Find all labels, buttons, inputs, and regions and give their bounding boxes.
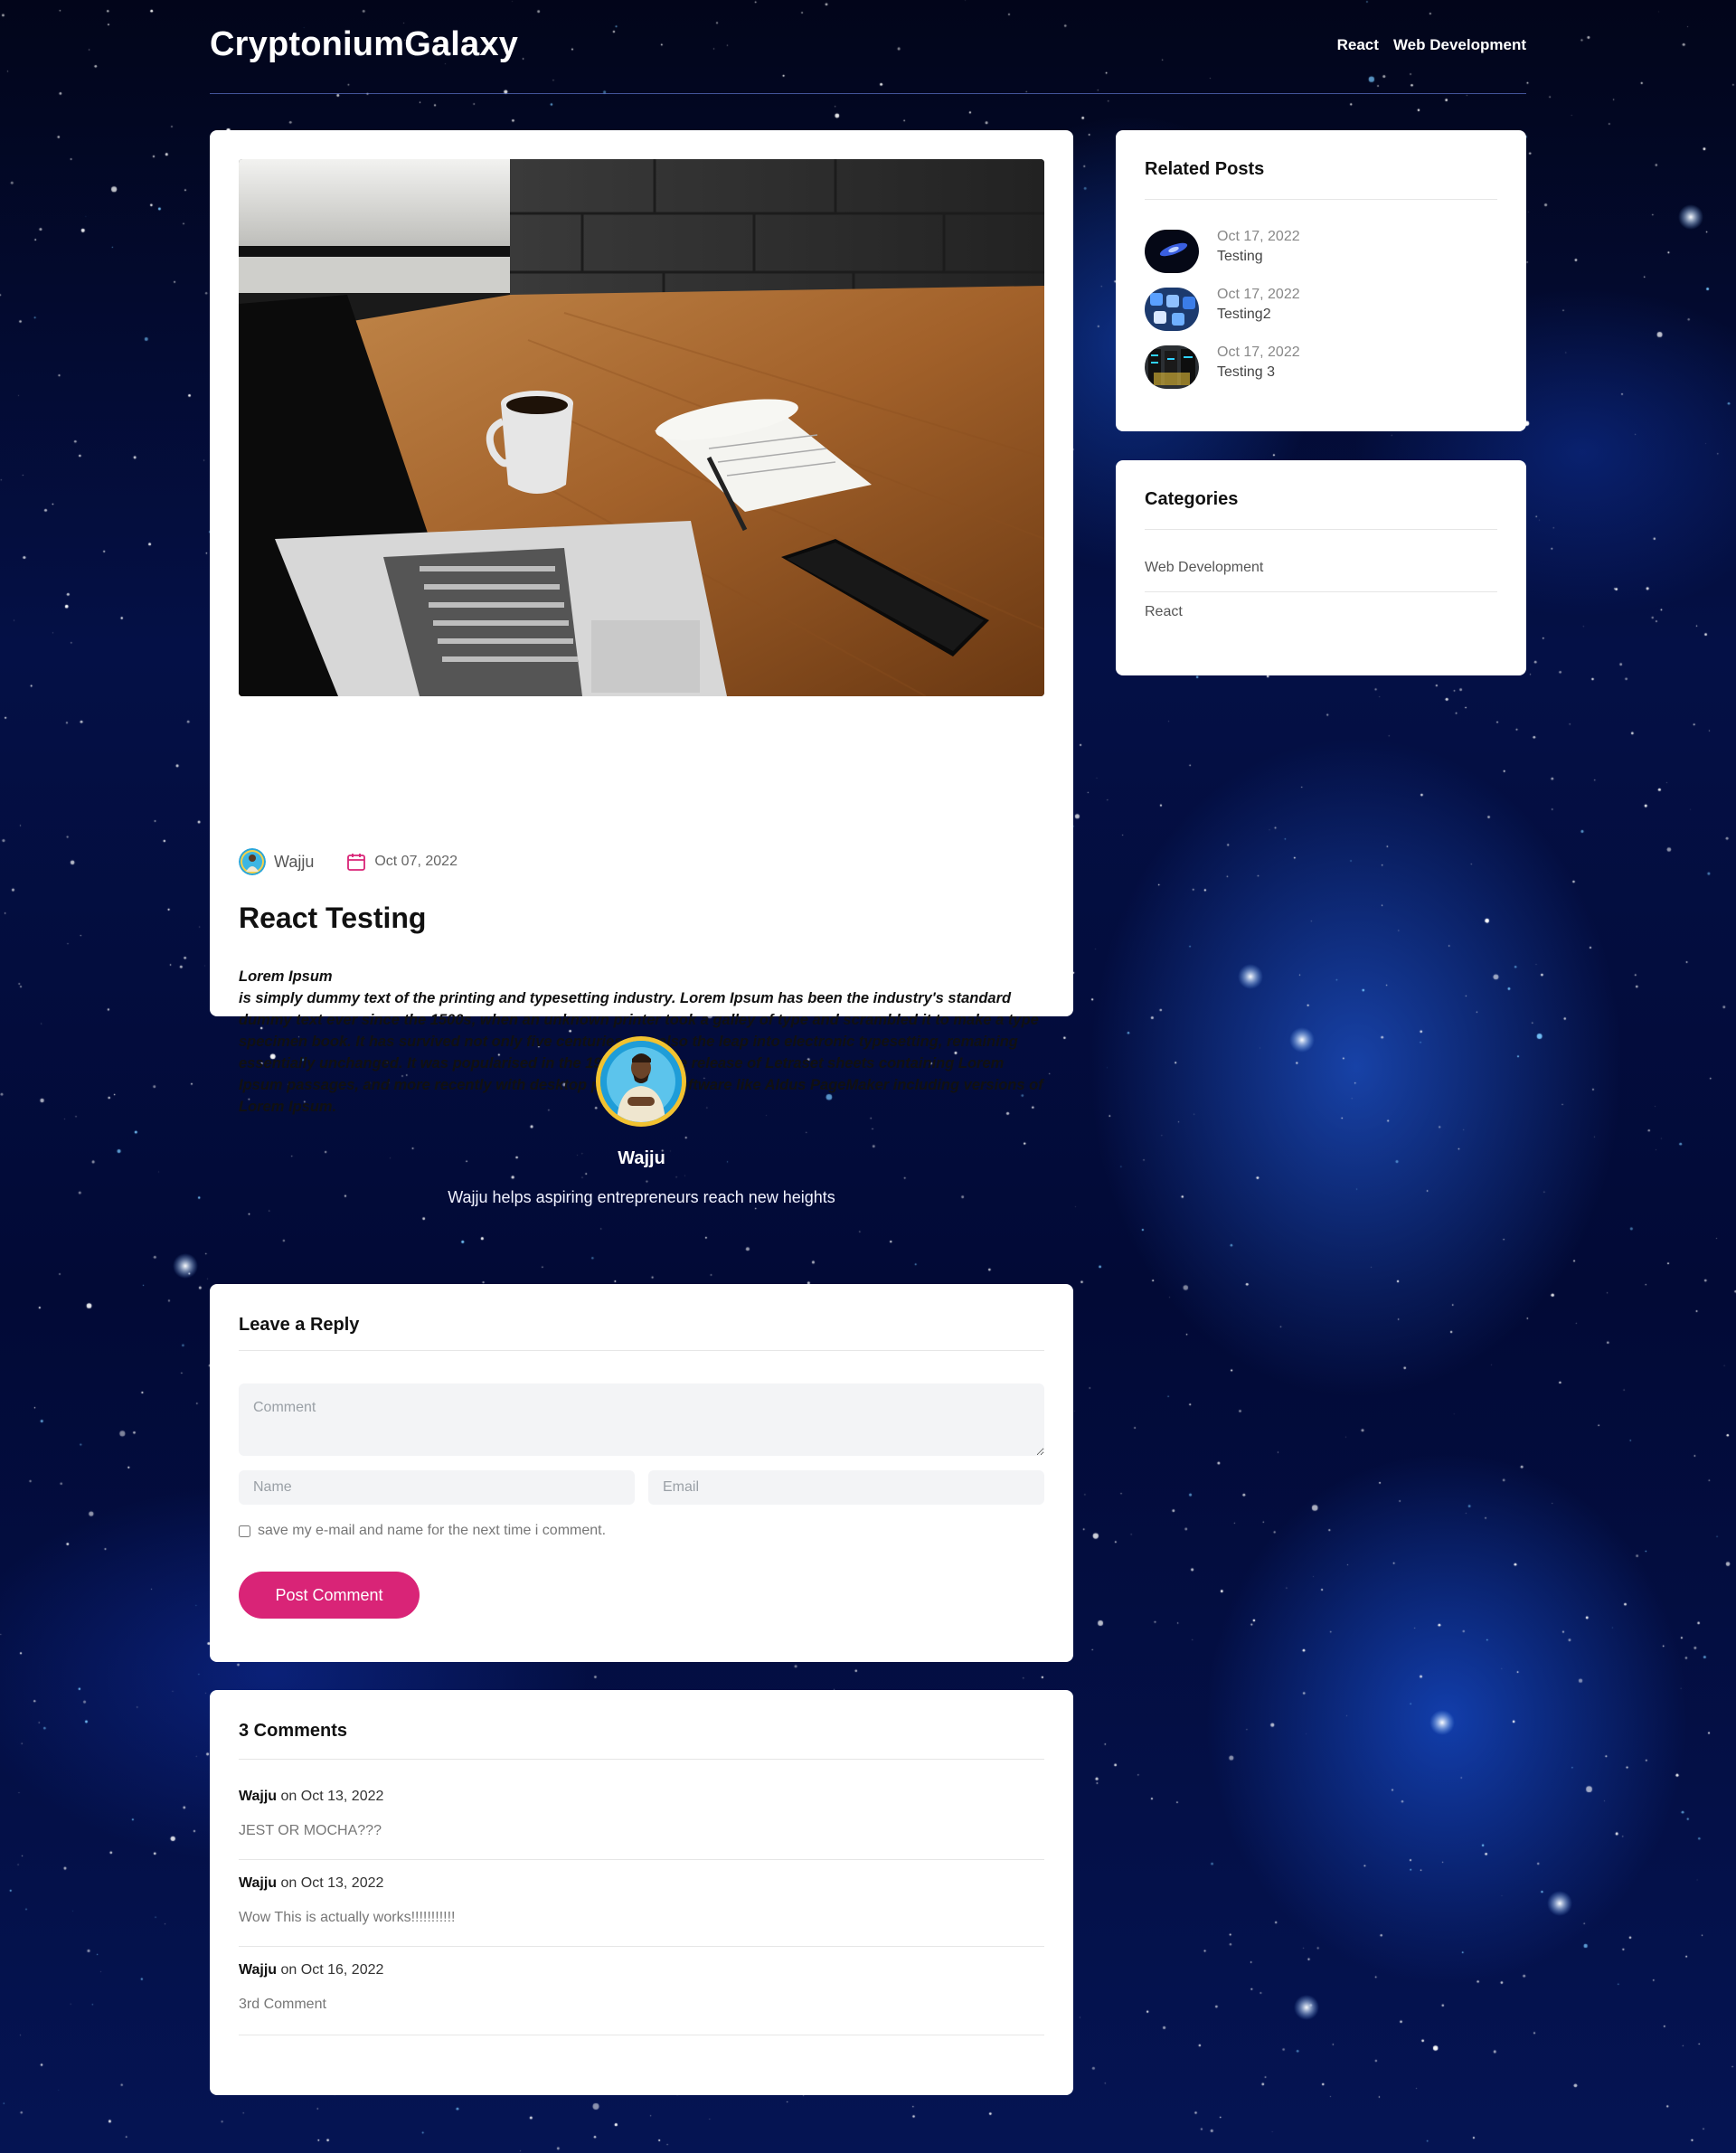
- comment-date: on Oct 16, 2022: [280, 1962, 384, 1978]
- email-input[interactable]: [648, 1470, 1044, 1505]
- divider: [239, 1759, 1044, 1760]
- server-room-thumb-icon: [1145, 345, 1199, 389]
- related-post-date: Oct 17, 2022: [1217, 345, 1300, 360]
- nav-link-web-development[interactable]: Web Development: [1393, 36, 1526, 54]
- comment-author: Wajju: [239, 1962, 278, 1978]
- site-logo[interactable]: CryptoniumGalaxy: [210, 25, 518, 64]
- name-input[interactable]: [239, 1470, 635, 1505]
- galaxy-thumb-icon: [1145, 230, 1199, 273]
- post-date: Oct 07, 2022: [374, 854, 458, 869]
- laptop-desk-photo: [239, 159, 1044, 696]
- nav-link-react[interactable]: React: [1337, 36, 1379, 54]
- related-post-date: Oct 17, 2022: [1217, 229, 1300, 244]
- related-post-title: Testing 3: [1217, 364, 1276, 380]
- post-comment-button[interactable]: Post Comment: [239, 1572, 420, 1619]
- author-box-bio: Wajju helps aspiring entrepreneurs reach…: [448, 1188, 835, 1206]
- post-body-lead: Lorem Ipsum: [239, 968, 333, 985]
- related-post-thumb: [1145, 230, 1199, 273]
- related-post-date: Oct 17, 2022: [1217, 287, 1300, 302]
- reply-title: Leave a Reply: [239, 1315, 360, 1335]
- main-nav: React Web Development: [1337, 36, 1526, 54]
- related-post-item[interactable]: Oct 17, 2022 Testing2: [1145, 286, 1300, 331]
- author-box-avatar: [596, 1036, 686, 1127]
- comment-text: Wow This is actually works!!!!!!!!!!!: [239, 1910, 456, 1925]
- calendar-icon: [347, 854, 366, 871]
- divider: [1145, 591, 1497, 592]
- comment-text: JEST OR MOCHA???: [239, 1823, 382, 1838]
- related-post-title: Testing2: [1217, 307, 1271, 322]
- post-author[interactable]: Wajju: [274, 853, 314, 872]
- comment-author: Wajju: [239, 1875, 278, 1891]
- author-avatar[interactable]: [239, 848, 266, 875]
- author-portrait-icon: [600, 1041, 682, 1122]
- related-post-thumb: [1145, 345, 1199, 389]
- site-header: CryptoniumGalaxy React Web Development: [210, 0, 1526, 94]
- comment-author: Wajju: [239, 1789, 278, 1804]
- save-info-label: save my e-mail and name for the next tim…: [258, 1523, 607, 1538]
- comment-item: Wajju on Oct 13, 2022 JEST OR MOCHA???: [239, 1789, 1044, 1839]
- save-info-row: save my e-mail and name for the next tim…: [239, 1523, 606, 1539]
- comments-card: 3 Comments Wajju on Oct 13, 2022 JEST OR…: [210, 1690, 1073, 2095]
- comment-text: 3rd Comment: [239, 1997, 326, 2012]
- category-link-web-development[interactable]: Web Development: [1145, 560, 1263, 576]
- post-featured-image: [239, 159, 1044, 696]
- divider: [239, 1859, 1044, 1860]
- save-info-checkbox[interactable]: [239, 1525, 250, 1537]
- categories-title: Categories: [1145, 489, 1239, 509]
- divider: [1145, 529, 1497, 530]
- related-post-thumb: [1145, 288, 1199, 331]
- comment-textarea[interactable]: [239, 1383, 1044, 1456]
- related-post-item[interactable]: Oct 17, 2022 Testing 3: [1145, 344, 1300, 389]
- related-post-item[interactable]: Oct 17, 2022 Testing: [1145, 228, 1300, 273]
- comments-title: 3 Comments: [239, 1721, 348, 1741]
- related-posts-title: Related Posts: [1145, 159, 1265, 179]
- comment-item: Wajju on Oct 13, 2022 Wow This is actual…: [239, 1875, 1044, 1926]
- related-post-title: Testing: [1217, 249, 1263, 264]
- post-title: React Testing: [239, 902, 427, 934]
- author-avatar-icon: [239, 848, 266, 875]
- comment-date: on Oct 13, 2022: [280, 1789, 384, 1804]
- divider: [239, 1946, 1044, 1947]
- post-meta: Wajju Oct 07, 2022: [239, 848, 458, 875]
- reply-form-card: Leave a Reply save my e-mail and name fo…: [210, 1284, 1073, 1662]
- related-posts-card: Related Posts Oct 17, 2022 Testing Oct 1…: [1116, 130, 1526, 431]
- author-box-name: Wajju: [618, 1148, 665, 1168]
- categories-card: Categories Web Development React: [1116, 460, 1526, 675]
- category-link-react[interactable]: React: [1145, 604, 1183, 620]
- comment-item: Wajju on Oct 16, 2022 3rd Comment: [239, 1962, 1044, 2013]
- post-card: Wajju Oct 07, 2022 React Testing Lorem I…: [210, 130, 1073, 1115]
- divider: [1145, 199, 1497, 200]
- comment-date: on Oct 13, 2022: [280, 1875, 384, 1891]
- divider: [239, 1350, 1044, 1351]
- app-icons-thumb-icon: [1145, 288, 1199, 331]
